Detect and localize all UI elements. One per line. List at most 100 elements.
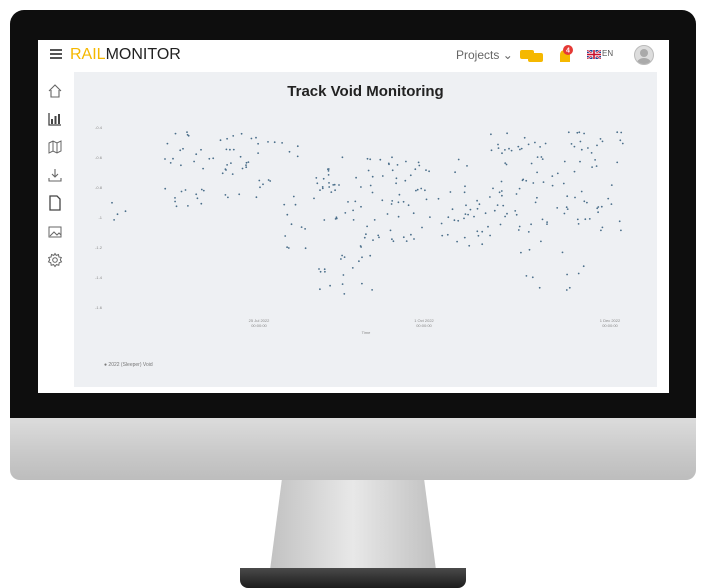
data-point[interactable] [527,231,530,233]
data-point[interactable] [175,205,178,208]
data-point[interactable] [489,196,491,198]
data-point[interactable] [621,142,624,145]
data-point[interactable] [267,179,270,181]
data-point[interactable] [232,135,235,137]
data-point[interactable] [584,218,587,221]
data-point[interactable] [504,162,507,164]
data-point[interactable] [319,189,321,191]
data-point[interactable] [196,197,199,200]
data-point[interactable] [391,200,394,202]
data-point[interactable] [396,164,399,166]
legend[interactable]: ● 2022 (Sleeper) Void [104,362,153,368]
data-point[interactable] [334,189,336,192]
data-point[interactable] [414,168,417,171]
data-point[interactable] [567,131,570,134]
data-point[interactable] [200,202,203,205]
data-point[interactable] [226,137,229,140]
data-point[interactable] [502,204,505,207]
data-point[interactable] [500,190,503,192]
data-point[interactable] [542,181,545,183]
image-icon[interactable] [47,224,63,240]
data-point[interactable] [588,218,591,220]
data-point[interactable] [212,157,215,160]
data-point[interactable] [534,201,537,204]
data-point[interactable] [241,167,244,170]
data-point[interactable] [195,193,198,196]
data-point[interactable] [332,184,335,186]
data-point[interactable] [490,133,492,136]
data-point[interactable] [258,179,261,182]
data-point[interactable] [538,286,541,289]
data-point[interactable] [239,155,242,158]
data-point[interactable] [463,217,465,220]
data-point[interactable] [620,229,622,232]
data-point[interactable] [262,183,264,186]
data-point[interactable] [231,173,234,175]
data-point[interactable] [546,221,548,224]
data-point[interactable] [469,208,472,211]
data-point[interactable] [390,203,393,205]
data-point[interactable] [534,141,536,144]
data-point[interactable] [530,223,532,226]
data-point[interactable] [566,195,569,198]
data-point[interactable] [304,228,306,230]
data-point[interactable] [596,144,598,147]
data-point[interactable] [347,201,349,203]
data-point[interactable] [172,157,174,160]
data-point[interactable] [377,234,380,237]
data-point[interactable] [563,212,566,215]
data-point[interactable] [504,215,506,218]
data-point[interactable] [489,234,491,237]
data-point[interactable] [343,256,346,258]
data-point[interactable] [343,293,346,295]
data-point[interactable] [541,218,544,221]
data-point[interactable] [508,147,510,150]
data-point[interactable] [221,172,224,175]
data-point[interactable] [257,142,259,145]
data-point[interactable] [519,148,521,151]
data-point[interactable] [521,179,524,182]
avatar[interactable] [634,45,654,65]
home-icon[interactable] [47,83,63,99]
data-point[interactable] [587,147,589,149]
data-point[interactable] [327,168,329,171]
data-point[interactable] [225,148,228,151]
data-point[interactable] [441,234,444,237]
data-point[interactable] [245,164,247,166]
data-point[interactable] [574,196,576,199]
data-point[interactable] [240,132,243,135]
data-point[interactable] [397,215,400,218]
data-point[interactable] [255,196,258,199]
data-point[interactable] [321,186,324,188]
data-point[interactable] [316,182,319,185]
data-point[interactable] [531,276,534,279]
data-point[interactable] [344,212,347,214]
data-point[interactable] [202,167,205,170]
data-point[interactable] [352,209,354,212]
data-point[interactable] [245,166,248,169]
data-point[interactable] [619,139,622,142]
data-point[interactable] [528,248,531,251]
data-point[interactable] [341,156,344,159]
data-point[interactable] [457,158,460,161]
data-point[interactable] [360,246,362,248]
data-point[interactable] [467,213,469,216]
data-point[interactable] [473,215,475,218]
data-point[interactable] [599,138,602,140]
data-point[interactable] [366,157,369,160]
data-point[interactable] [224,194,227,196]
data-point[interactable] [391,156,393,159]
data-point[interactable] [391,169,394,172]
data-point[interactable] [187,205,189,207]
data-point[interactable] [518,187,521,190]
data-point[interactable] [413,238,415,240]
data-point[interactable] [421,226,423,229]
data-point[interactable] [195,153,198,156]
data-point[interactable] [412,212,415,215]
data-point[interactable] [463,236,466,239]
data-point[interactable] [232,148,235,151]
data-point[interactable] [420,187,423,190]
data-point[interactable] [466,165,468,167]
data-point[interactable] [286,246,288,249]
document-icon[interactable] [47,195,63,211]
